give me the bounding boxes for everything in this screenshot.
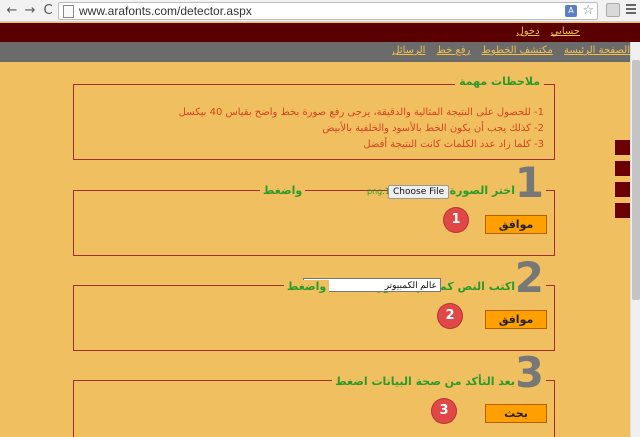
- choose-file-button[interactable]: Choose File: [388, 185, 450, 199]
- step1-box: 1 اختر الصورة من هنا Choose File png.1 و…: [73, 162, 555, 256]
- side-tab[interactable]: [615, 161, 630, 176]
- notes-box: ملاحظات مهمة 1- للحصول على النتيجة المثا…: [73, 75, 555, 160]
- then-label: واضغط: [284, 280, 330, 293]
- step3-label: بعد التأكد من صحة البيانات اضغط: [332, 375, 518, 388]
- menu-icon[interactable]: [626, 4, 636, 16]
- reload-icon[interactable]: C: [40, 3, 56, 19]
- search-button[interactable]: بحث: [485, 404, 547, 423]
- nav-messages[interactable]: الرسائل: [392, 45, 425, 56]
- note-item: 3- كلما زاد عدد الكلمات كانت النتيجة أفض…: [363, 139, 544, 150]
- nav-upload-font[interactable]: رفع خط: [437, 45, 471, 56]
- step-badge: 2: [438, 304, 462, 328]
- scrollbar-thumb[interactable]: [632, 60, 640, 300]
- scrollbar[interactable]: [630, 42, 640, 437]
- step2-box: 2 اكتب النص كما في الصورة هنا واضغط مواف…: [73, 257, 555, 351]
- step3-box: 3 بعد التأكد من صحة البيانات اضغط بحث 3: [73, 352, 555, 437]
- nav-home[interactable]: الصفحة الرئيسة: [564, 45, 630, 56]
- step1-ok-button[interactable]: موافق: [485, 215, 547, 234]
- login-link[interactable]: دخول: [516, 26, 539, 37]
- browser-toolbar: ← → C www.arafonts.com/detector.aspx A ☆: [0, 0, 640, 22]
- then-label: واضغط: [260, 184, 306, 197]
- side-tab[interactable]: [615, 182, 630, 197]
- page-icon: [63, 5, 74, 18]
- side-tab[interactable]: [615, 140, 630, 155]
- extension-icon[interactable]: [606, 3, 620, 17]
- step-number: 1: [512, 158, 546, 207]
- file-status: png.1: [367, 187, 390, 196]
- account-links: حسابي دخول: [508, 26, 580, 37]
- step-badge: 3: [432, 399, 456, 423]
- url-text[interactable]: www.arafonts.com/detector.aspx: [79, 4, 252, 18]
- site-header: حسابي دخول: [0, 23, 640, 43]
- bookmark-star-icon[interactable]: ☆: [582, 3, 594, 18]
- note-item: 2- كذلك يجب أن يكون الخط بالأسود والخلفي…: [322, 123, 544, 134]
- nav-detector[interactable]: مكتشف الخطوط: [482, 45, 553, 56]
- side-tab[interactable]: [615, 203, 630, 218]
- note-item: 1- للحصول على النتيجة المثالية والدقيقة،…: [178, 107, 544, 118]
- translate-icon[interactable]: A: [565, 5, 577, 17]
- step-badge: 1: [444, 208, 468, 232]
- back-icon[interactable]: ←: [4, 3, 20, 19]
- step2-ok-button[interactable]: موافق: [485, 310, 547, 329]
- account-link[interactable]: حسابي: [551, 26, 580, 37]
- main-nav: الصفحة الرئيسة مكتشف الخطوط رفع خط الرسا…: [0, 42, 630, 62]
- forward-icon[interactable]: →: [22, 3, 38, 19]
- address-bar[interactable]: www.arafonts.com/detector.aspx A ☆: [58, 2, 598, 20]
- notes-title: ملاحظات مهمة: [455, 75, 544, 88]
